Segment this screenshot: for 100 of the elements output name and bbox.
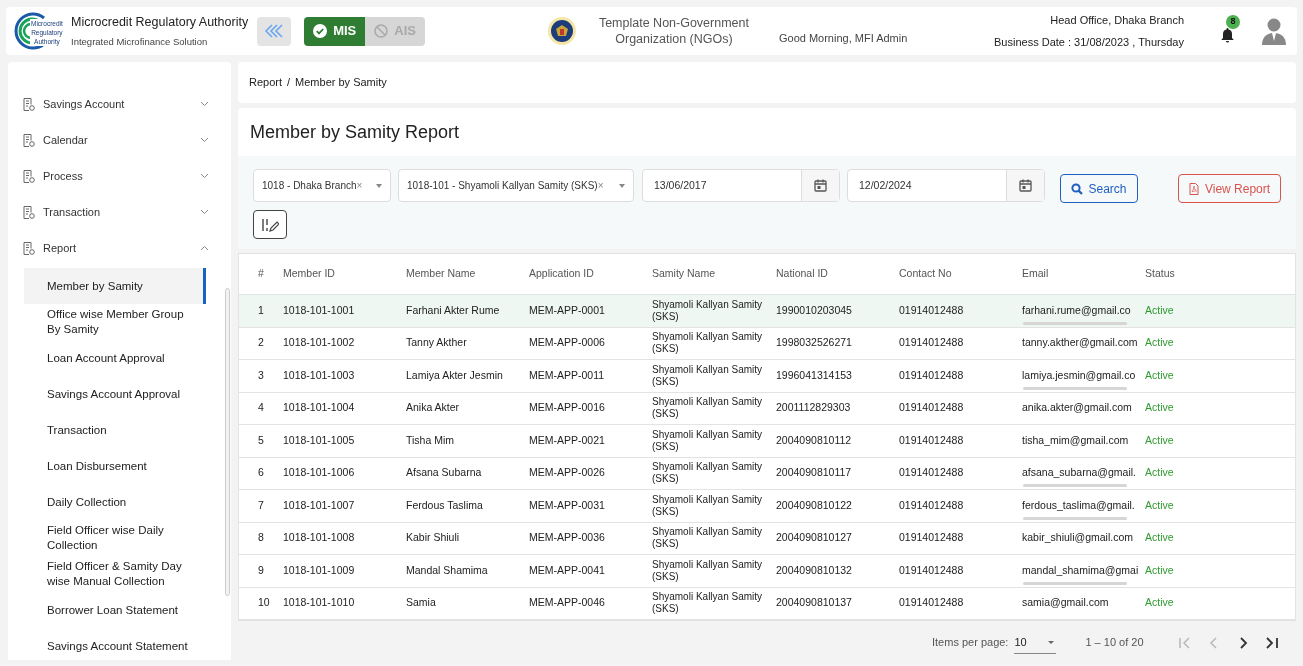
clear-icon[interactable]: × — [356, 178, 363, 193]
table-cell-text: MEM-APP-0006 — [529, 335, 606, 351]
sidebar-item[interactable]: Transaction — [8, 194, 231, 230]
samity-select[interactable]: 1018-101 - Shyamoli Kallyan Samity (SKS)× — [398, 169, 634, 202]
view-report-button[interactable]: View Report — [1178, 174, 1281, 203]
table-cell-text: Ferdous Taslima — [406, 497, 484, 513]
dropdown-caret-icon — [376, 183, 382, 188]
search-icon — [1071, 182, 1084, 195]
table-cell-text: Tisha Mim — [406, 432, 456, 448]
table-cell-text: 01914012488 — [899, 400, 965, 416]
table-cell-text: Shyamoli Kallyan Samity (SKS) — [652, 558, 764, 583]
sidebar-item[interactable]: Calendar — [8, 122, 231, 158]
sidebar-subitem[interactable]: Member by Samity — [24, 268, 206, 304]
table-cell-text: Active — [1145, 530, 1175, 546]
table-cell-text: 1018-101-1008 — [283, 530, 356, 546]
sidebar-item[interactable]: Report — [8, 230, 231, 266]
column-edit-button[interactable] — [253, 210, 287, 239]
last-page-icon[interactable] — [1264, 636, 1279, 649]
calendar-icon[interactable] — [814, 179, 827, 192]
table-cell-text: 2004090810112 — [776, 432, 853, 448]
start-date-field[interactable]: 13/06/2017 — [642, 169, 840, 202]
email-text: tanny.akther@gmail.com — [1022, 335, 1138, 351]
table-cell-text: Active — [1145, 595, 1175, 611]
end-date-field[interactable]: 12/02/2024 — [847, 169, 1045, 202]
table-cell-text: Farhani Akter Rume — [406, 302, 501, 318]
table-cell-text: 10 — [257, 595, 271, 611]
table-cell-text: 2 — [257, 335, 265, 351]
table-cell-text: 01914012488 — [899, 465, 965, 481]
table-cell-text: Active — [1145, 432, 1175, 448]
table-cell-text: Lamiya Akter Jesmin — [406, 367, 504, 383]
table-cell-text: 1 — [257, 302, 265, 318]
sidebar-subitem[interactable]: Borrower Loan Statement — [24, 592, 206, 628]
sidebar-subitem[interactable]: Field Officer wise Daily Collection — [24, 520, 206, 556]
table-cell-text: 4 — [257, 400, 265, 416]
table-cell-text: 01914012488 — [899, 497, 965, 513]
table-cell-text: 01914012488 — [899, 562, 965, 578]
sidebar-subitem[interactable]: Savings Account Approval — [24, 376, 206, 412]
avatar-icon[interactable] — [1261, 17, 1287, 45]
table-cell-text: 1018-101-1002 — [283, 335, 356, 351]
table-cell-text: 1998032526271 — [776, 335, 853, 351]
table-cell-text: MEM-APP-0016 — [529, 400, 606, 416]
table-cell-text: Active — [1145, 562, 1175, 578]
calendar-icon[interactable] — [1019, 179, 1032, 192]
column-header: Samity Name — [652, 266, 716, 282]
sidebar-subitem[interactable]: Transaction — [24, 412, 206, 448]
table-cell-text: 1018-101-1003 — [283, 367, 356, 383]
table-cell-text: Kabir Shiuli — [406, 530, 461, 546]
document-icon — [23, 97, 35, 111]
branch-select[interactable]: 1018 - Dhaka Branch× — [253, 169, 391, 202]
org-title: Microcredit Regulatory Authority — [71, 14, 249, 31]
sidebar-subitem[interactable]: Daily Collection — [24, 484, 206, 520]
next-page-icon[interactable] — [1237, 636, 1248, 649]
page-size-select[interactable]: 10 — [1014, 631, 1057, 654]
table-cell-text: 1018-101-1001 — [283, 302, 356, 318]
notification-badge: 8 — [1226, 15, 1240, 29]
search-button[interactable]: Search — [1060, 174, 1138, 203]
table-cell-text: Active — [1145, 367, 1175, 383]
email-text: mandal_shamima@gmai — [1022, 562, 1139, 578]
table-cell-text: Active — [1145, 302, 1175, 318]
column-header: Member Name — [406, 266, 477, 282]
business-date: Business Date : 31/08/2023 , Thursday — [994, 35, 1184, 50]
pdf-file-icon — [1188, 182, 1199, 195]
email-text: tisha_mim@gmail.com — [1022, 432, 1129, 448]
sidebar-subitem[interactable]: Office wise Member Group By Samity — [24, 304, 206, 340]
table-cell-text: Active — [1145, 465, 1175, 481]
breadcrumb-separator: / — [287, 75, 291, 91]
table-cell-text: Shyamoli Kallyan Samity (SKS) — [652, 461, 764, 486]
column-header: National ID — [776, 266, 829, 282]
chevron-down-icon — [200, 101, 209, 107]
column-header: Application ID — [529, 266, 595, 282]
table-cell-text: 1996041314153 — [776, 367, 853, 383]
table-cell-text: Samia — [406, 595, 437, 611]
page-title: Member by Samity Report — [250, 120, 460, 144]
table-cell-text: 2001112829303 — [776, 400, 852, 416]
sidebar-subitem[interactable]: Field Officer & Samity Day wise Manual Collection — [24, 556, 206, 592]
check-circle-icon — [313, 24, 328, 38]
table-cell-text: MEM-APP-0021 — [529, 432, 606, 448]
breadcrumb-link[interactable]: Report — [249, 74, 283, 91]
email-text: farhani.rume@gmail.co — [1022, 302, 1131, 318]
table-cell-text: 1990010203045 — [776, 302, 853, 318]
table-cell-text: 2004090810117 — [776, 465, 853, 481]
table-cell-text: Shyamoli Kallyan Samity (SKS) — [652, 428, 764, 453]
email-text: lamiya.jesmin@gmail.co — [1022, 367, 1136, 383]
table-cell-text: 1018-101-1010 — [283, 595, 356, 611]
sidebar-subitem[interactable]: Loan Account Approval — [24, 340, 206, 376]
sidebar-item[interactable]: Savings Account — [8, 86, 231, 122]
chevron-down-icon — [200, 209, 209, 215]
dropdown-caret-icon — [619, 183, 625, 188]
table-cell-text: MEM-APP-0036 — [529, 530, 606, 546]
table-cell-text: MEM-APP-0041 — [529, 562, 606, 578]
clear-icon[interactable]: × — [597, 178, 604, 193]
table-cell-text: Shyamoli Kallyan Samity (SKS) — [652, 331, 764, 356]
dropdown-caret-icon — [1048, 640, 1055, 644]
columns-edit-icon — [261, 216, 279, 233]
sidebar-subitem[interactable]: Loan Disbursement — [24, 448, 206, 484]
table-row[interactable]: 1 1018-101-1001 Farhani Akter Rume MEM-APP-0001 Shyamoli Kallyan Samity (SKS) 1990010203045 01914012488 farhani.rume@gmail.co Active — [239, 295, 1295, 328]
sidebar-item[interactable]: Process — [8, 158, 231, 194]
column-header: Member ID — [283, 266, 336, 282]
sidebar-subitem[interactable]: Savings Account Statement — [24, 628, 206, 660]
module-tab[interactable]: MIS — [304, 16, 366, 46]
